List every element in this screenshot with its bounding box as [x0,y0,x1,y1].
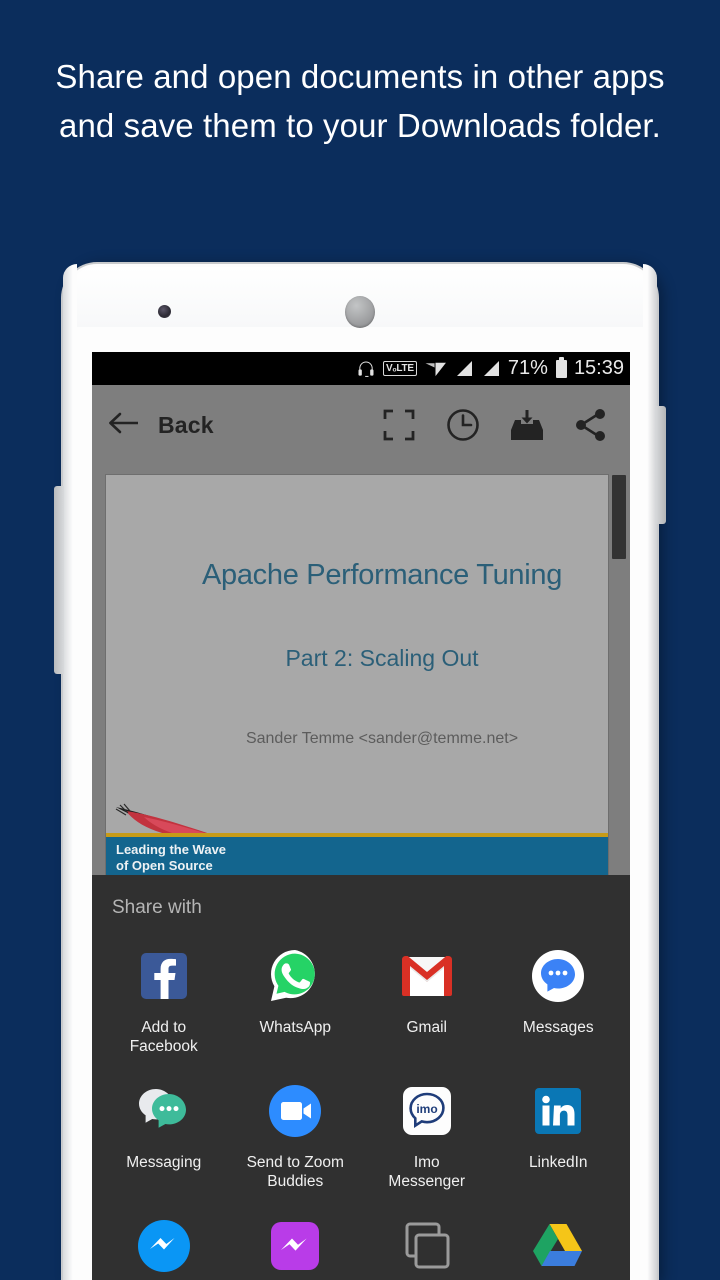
share-target-label: Send to Zoom Buddies [246,1154,344,1190]
earpiece-speaker [345,296,375,328]
share-target-facebook[interactable]: Add to Facebook [98,937,230,1072]
share-target-imo[interactable]: imo Imo Messenger [361,1072,493,1207]
page-title: Share and open documents in other apps a… [55,58,665,144]
document-title: Apache Performance Tuning [201,559,563,591]
battery-percent: 71% [507,357,548,379]
svg-text:imo: imo [416,1102,437,1116]
share-target-messenger[interactable] [98,1207,230,1280]
share-target-gmail[interactable]: Gmail [361,937,493,1072]
fullscreen-icon[interactable] [374,400,424,450]
linkedin-icon [530,1082,587,1139]
messaging-icon [135,1082,192,1139]
headset-icon [356,359,376,379]
phone-device-frame: VₒLTE 71% 15:39 Back ApacheCon Apache Pe… [54,264,666,1280]
front-camera-icon [158,305,171,318]
document-banner-line1: Leading the Wave [116,842,227,857]
share-target-label: WhatsApp [259,1019,331,1036]
share-target-label: Imo Messenger [388,1154,466,1190]
document-page: ApacheCon Apache Performance Tuning Part… [106,475,608,875]
app-toolbar: Back [92,385,630,465]
share-sheet: Share with Add to Facebook WhatsApp Gmai… [92,875,630,1280]
document-author: Sander Temme <sander@temme.net> [245,730,519,747]
bezel-right-shade [643,264,657,1280]
share-target-label: Add to Facebook [129,1019,198,1055]
zoom-icon [267,1082,324,1139]
share-target-whatsapp[interactable]: WhatsApp [230,937,362,1072]
arrow-left-icon [108,411,142,440]
share-target-label: Gmail [406,1019,447,1036]
bezel-left-shade [63,264,77,1280]
clock-icon[interactable] [438,400,488,450]
share-app-grid: Add to Facebook WhatsApp Gmail Messages … [92,919,630,1280]
messages-icon [530,947,587,1004]
document-subtitle: Part 2: Scaling Out [285,645,479,671]
apachecon-logo: ApacheCon [106,483,112,871]
signal-bars-icon-2 [481,359,501,378]
whatsapp-icon [267,947,324,1004]
battery-icon [555,356,567,378]
back-label: Back [158,411,214,438]
facebook-icon [135,947,192,1004]
share-target-label: Messaging [126,1154,202,1171]
share-target-zoom[interactable]: Send to Zoom Buddies [230,1072,362,1207]
volume-button[interactable] [54,486,64,674]
share-icon[interactable] [566,400,616,450]
share-target-label: LinkedIn [528,1154,588,1171]
share-target-label: Messages [522,1019,594,1036]
status-bar: VₒLTE 71% 15:39 [92,352,630,385]
phone-screen: VₒLTE 71% 15:39 Back ApacheCon Apache Pe… [92,352,630,1280]
wifi-icon [424,359,447,378]
share-target-copy[interactable] [361,1207,493,1280]
google-drive-icon [530,1217,587,1274]
document-banner-line2: of Open Source [116,858,213,873]
clock-time: 15:39 [573,357,624,379]
share-target-linkedin[interactable]: LinkedIn [493,1072,625,1207]
download-inbox-icon[interactable] [502,400,552,450]
share-target-google-drive[interactable] [493,1207,625,1280]
messenger-lite-icon [267,1217,324,1274]
copy-icon [398,1217,455,1274]
back-button[interactable]: Back [108,411,214,440]
volte-icon: VₒLTE [382,361,417,376]
share-target-messages[interactable]: Messages [493,937,625,1072]
document-scrollbar[interactable] [612,475,626,559]
share-target-messaging[interactable]: Messaging [98,1072,230,1207]
signal-bars-icon [454,359,474,378]
document-banner: Leading the Wave of Open Source [106,833,608,875]
apachecon-logo-primary: Apache [106,483,112,735]
share-sheet-title: Share with [112,897,202,918]
power-button[interactable] [656,406,666,524]
share-target-messenger-lite[interactable] [230,1207,362,1280]
imo-icon: imo [398,1082,455,1139]
document-viewer[interactable]: ApacheCon Apache Performance Tuning Part… [92,465,630,875]
messenger-icon [135,1217,192,1274]
gmail-icon [398,947,455,1004]
